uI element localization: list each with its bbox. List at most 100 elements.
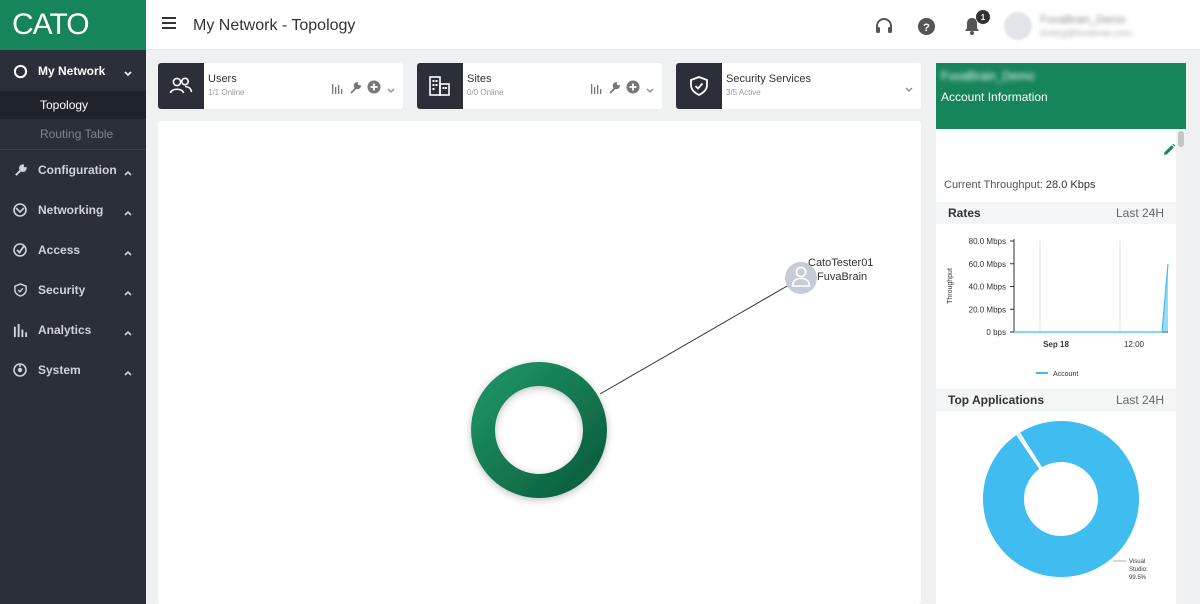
topology-canvas[interactable]: CatoTester01 FuvaBrain [158,121,921,604]
sidebar-item-label: Analytics [38,323,92,337]
account-header: FuvaBrain_Demo Account Information [936,63,1186,129]
card-subtitle: 0/0 Online [467,88,504,97]
user-menu[interactable]: FuvaBrain_Demo testing@fuvabrain.com [1004,6,1190,46]
edit-pencil-icon[interactable] [1162,143,1176,162]
avatar [1004,12,1032,40]
throughput-value: 28.0 Kbps [1045,179,1096,191]
user-node-name: CatoTester01 [808,257,874,269]
notifications-bell-icon[interactable]: 1 [962,10,990,36]
account-info-title: Account Information [941,90,1048,104]
card-subtitle: 3/5 Active [726,88,761,97]
user-email: testing@fuvabrain.com [1040,28,1133,38]
y-tick-label: 80.0 Mbps [969,237,1006,246]
add-circle-icon[interactable] [626,80,640,99]
sidebar-item-my-network[interactable]: My Network [0,57,146,85]
topbar: My Network - Topology ? 1 FuvaBrain_Demo… [146,0,1200,50]
sites-card[interactable]: Sites 0/0 Online [417,63,662,109]
user-node-label: CatoTester01 FuvaBrain [808,256,873,284]
chevron-up-icon [124,245,132,259]
y-tick-label: 40.0 Mbps [969,283,1006,292]
pie-slice-visual-studio [981,419,1141,579]
chevron-up-icon [124,285,132,299]
account-name: FuvaBrain_Demo [941,69,1035,83]
sidebar-item-label: Networking [38,203,104,217]
panel-scrollbar[interactable] [1176,129,1186,604]
wrench-icon[interactable] [608,81,621,99]
y-axis-label: Throughput [947,268,954,304]
y-tick-label: 60.0 Mbps [969,260,1006,269]
topology-link [599,277,802,395]
users-card[interactable]: Users 1/1 Online [158,63,403,109]
subitem-label: Routing Table [40,127,114,141]
y-tick-label: 0 bps [986,328,1006,337]
user-node-account: FuvaBrain [817,271,868,283]
system-icon [12,362,28,378]
rates-range[interactable]: Last 24H [1116,206,1164,220]
card-title: Security Services [726,73,811,85]
card-subtitle: 1/1 Online [208,88,245,97]
slice-label: Visual [1129,559,1145,565]
hamburger-menu-icon[interactable] [162,17,176,29]
users-icon [158,63,204,109]
cato-logo[interactable]: CATO [0,0,146,50]
help-icon[interactable]: ? [916,16,936,36]
sidebar-item-networking[interactable]: Networking [0,196,146,224]
x-tick-label: 12:00 [1124,340,1145,349]
shield-check-icon [676,63,722,109]
stats-icon[interactable] [331,81,343,99]
page-title: My Network - Topology [193,17,356,34]
chevron-up-icon [124,325,132,339]
circle-icon [12,63,28,79]
stats-icon[interactable] [590,81,602,99]
headset-support-icon[interactable] [874,16,894,36]
add-circle-icon[interactable] [367,80,381,99]
top-applications-title: Top Applications [948,393,1044,407]
wrench-icon[interactable] [349,81,362,99]
svg-text:?: ? [923,21,930,33]
chevron-up-icon [124,205,132,219]
sidebar-subitem-topology[interactable]: Topology [0,91,146,119]
legend-label-account: Account [1053,371,1078,378]
sidebar-item-analytics[interactable]: Analytics [0,316,146,344]
account-info-panel: FuvaBrain_Demo Account Information Curre… [936,63,1186,604]
series-area-account [1014,263,1168,332]
bar-chart-icon [12,322,28,338]
top-applications-chart: Visual Studio: 99.5% [981,419,1148,581]
shield-icon [12,282,28,298]
sidebar-item-label: Access [38,243,81,257]
sidebar-item-security[interactable]: Security [0,276,146,304]
divider [0,149,146,150]
sidebar-item-access[interactable]: Access [0,236,146,264]
cato-cloud-node[interactable] [471,362,607,498]
user-name: FuvaBrain_Demo [1040,14,1126,26]
top-applications-range[interactable]: Last 24H [1116,393,1164,407]
x-tick-label: Sep 18 [1043,340,1069,349]
network-icon [12,202,28,218]
subitem-label: Topology [40,98,89,112]
sidebar-item-label: Configuration [38,163,117,177]
series-line-account [1014,263,1169,333]
chevron-up-icon [124,165,132,179]
sidebar-item-system[interactable]: System [0,356,146,384]
sidebar-item-configuration[interactable]: Configuration [0,156,146,184]
security-services-card[interactable]: Security Services 3/5 Active [676,63,921,109]
logo-text: CATO [12,8,90,41]
chevron-down-icon [124,66,132,80]
chevron-down-icon[interactable] [646,81,654,99]
chevron-down-icon[interactable] [387,81,395,99]
access-icon [12,242,28,258]
slice-label: 99.5% [1129,575,1147,581]
rates-title: Rates [948,206,981,220]
sidebar-item-label: My Network [38,64,106,78]
chevron-down-icon[interactable] [905,80,913,98]
current-throughput: Current Throughput: 28.0 Kbps [944,179,1095,191]
top-applications-header: Top Applications Last 24H [936,389,1176,411]
notification-badge: 1 [976,10,990,24]
sidebar-subitem-routing-table[interactable]: Routing Table [0,120,146,148]
chevron-up-icon [124,365,132,379]
y-tick-label: 20.0 Mbps [969,305,1006,314]
sidebar-item-label: System [38,363,81,377]
rates-chart: 80.0 Mbps 60.0 Mbps 40.0 Mbps 20.0 Mbps 0 bp… [947,237,1169,378]
throughput-label: Current Throughput: [944,179,1043,191]
slice-label: Studio: [1129,567,1148,573]
